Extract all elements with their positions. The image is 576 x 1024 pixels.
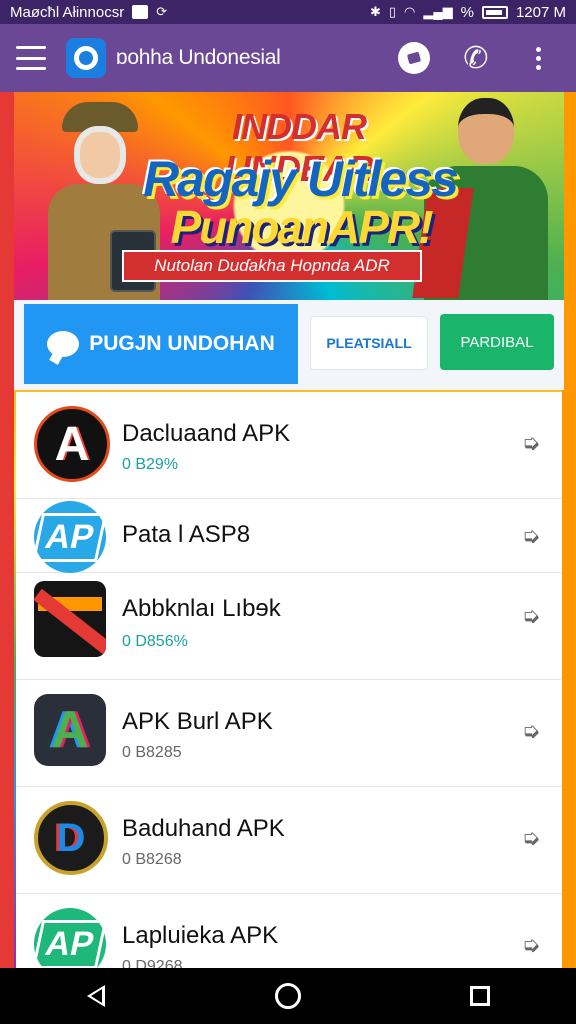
chat-icon <box>398 42 430 74</box>
hamburger-menu-icon[interactable] <box>16 46 46 70</box>
app-title: ɒohha Undonesial <box>116 46 281 69</box>
item-title: APK Burl APK <box>122 708 273 735</box>
chat-button[interactable] <box>392 36 436 80</box>
phone-icon: ✆ <box>463 41 489 75</box>
system-nav-bar <box>0 968 576 1024</box>
back-button[interactable] <box>66 968 126 1024</box>
item-subtitle: 0 B8268 <box>122 851 182 868</box>
banner-ribbon: Nutolan Duɗakha Hopnda ADR <box>122 250 422 282</box>
chevron-right-icon[interactable]: ➭ <box>518 718 544 744</box>
speech-bubble-icon <box>47 331 80 357</box>
home-icon <box>275 983 301 1009</box>
item-title: Dacluaand APK <box>122 420 291 447</box>
app-logo <box>66 38 106 78</box>
tab-primary[interactable]: PUGJN UNDOHAN <box>24 304 298 384</box>
sync-icon: ⟳ <box>156 4 168 19</box>
app-bar: ɒohha Undonesial ✆ <box>0 24 576 92</box>
item-subtitle: 0 B8285 <box>122 744 182 761</box>
green-ap-icon: AP <box>32 908 110 968</box>
tab-primary-label: PUGJN UNDOHAN <box>89 332 275 355</box>
status-bar: Maøcħl Ałinnocsr ⟳ ✱ ▯ ◠ ▂▄▆ % 1207 M <box>0 0 576 24</box>
battery-icon <box>481 5 508 19</box>
red-x-tile-icon <box>34 581 110 657</box>
list-item[interactable]: AP Pata l ASP8 ➭ <box>16 499 562 573</box>
tab-secondary[interactable]: PLEATSIALL <box>310 316 428 370</box>
more-vert-icon <box>535 46 541 70</box>
item-title: Abbknlaı Lıbɘk <box>122 595 281 622</box>
bluetooth-icon: ✱ <box>369 4 381 19</box>
clock: 1207 M <box>515 3 566 21</box>
back-icon <box>87 985 105 1007</box>
overflow-menu-button[interactable] <box>516 36 560 80</box>
chevron-right-icon[interactable]: ➭ <box>518 430 544 456</box>
list-item[interactable]: D Baduhand APK 0 B8268 ➭ <box>16 787 562 894</box>
promo-banner[interactable]: INDDAR UNDEAR Ragajy Uitless PunoanAPR! … <box>14 92 564 300</box>
chevron-right-icon[interactable]: ➭ <box>518 523 544 549</box>
list-item[interactable]: AP Lapluieka APK 0 D9268 ➭ <box>16 894 562 968</box>
app-list: A Dacluaand APK 0 B29% ➭ AP Pata l ASP8 … <box>16 392 562 968</box>
vibrate-icon: ▯ <box>388 4 397 19</box>
chevron-right-icon[interactable]: ➭ <box>518 825 544 851</box>
item-title: Pata l ASP8 <box>122 521 251 548</box>
item-title: Baduhand APK <box>122 815 285 842</box>
chevron-right-icon[interactable]: ➭ <box>518 603 544 629</box>
list-item[interactable]: Abbknlaı Lıbɘk 0 D856% ➭ <box>16 573 562 680</box>
home-button[interactable] <box>258 968 318 1024</box>
recents-button[interactable] <box>450 968 510 1024</box>
item-title: Lapluieka APK <box>122 922 279 949</box>
item-subtitle: 0 D9268 <box>122 958 183 968</box>
banner-subtitle: PunoanAPR! <box>170 201 433 253</box>
gold-badge-icon: D <box>34 801 110 877</box>
notification-icon <box>132 5 149 19</box>
item-subtitle: 0 B29% <box>122 456 179 473</box>
battery-percent: % <box>460 3 474 21</box>
carrier-label: Maøcħl Ałinnocsr <box>10 3 125 21</box>
recents-icon <box>470 986 490 1006</box>
list-item[interactable]: A Dacluaand APK 0 B29% ➭ <box>16 392 562 499</box>
chevron-right-icon[interactable]: ➭ <box>518 932 544 958</box>
blue-ap-icon: AP <box>32 501 110 577</box>
colorful-a-icon: A <box>34 694 110 770</box>
item-subtitle: 0 D856% <box>122 633 188 650</box>
list-item[interactable]: A APK Burl APK 0 B8285 ➭ <box>16 680 562 787</box>
wifi-icon: ◠ <box>404 4 416 19</box>
tab-accent[interactable]: PARDIBAL <box>440 314 554 370</box>
tab-bar: PUGJN UNDOHAN PLEATSIALL PARDIBAL <box>14 300 564 390</box>
signal-icon: ▂▄▆ <box>423 4 453 19</box>
call-button[interactable]: ✆ <box>454 36 498 80</box>
red-a-emblem-icon: A <box>34 406 110 482</box>
